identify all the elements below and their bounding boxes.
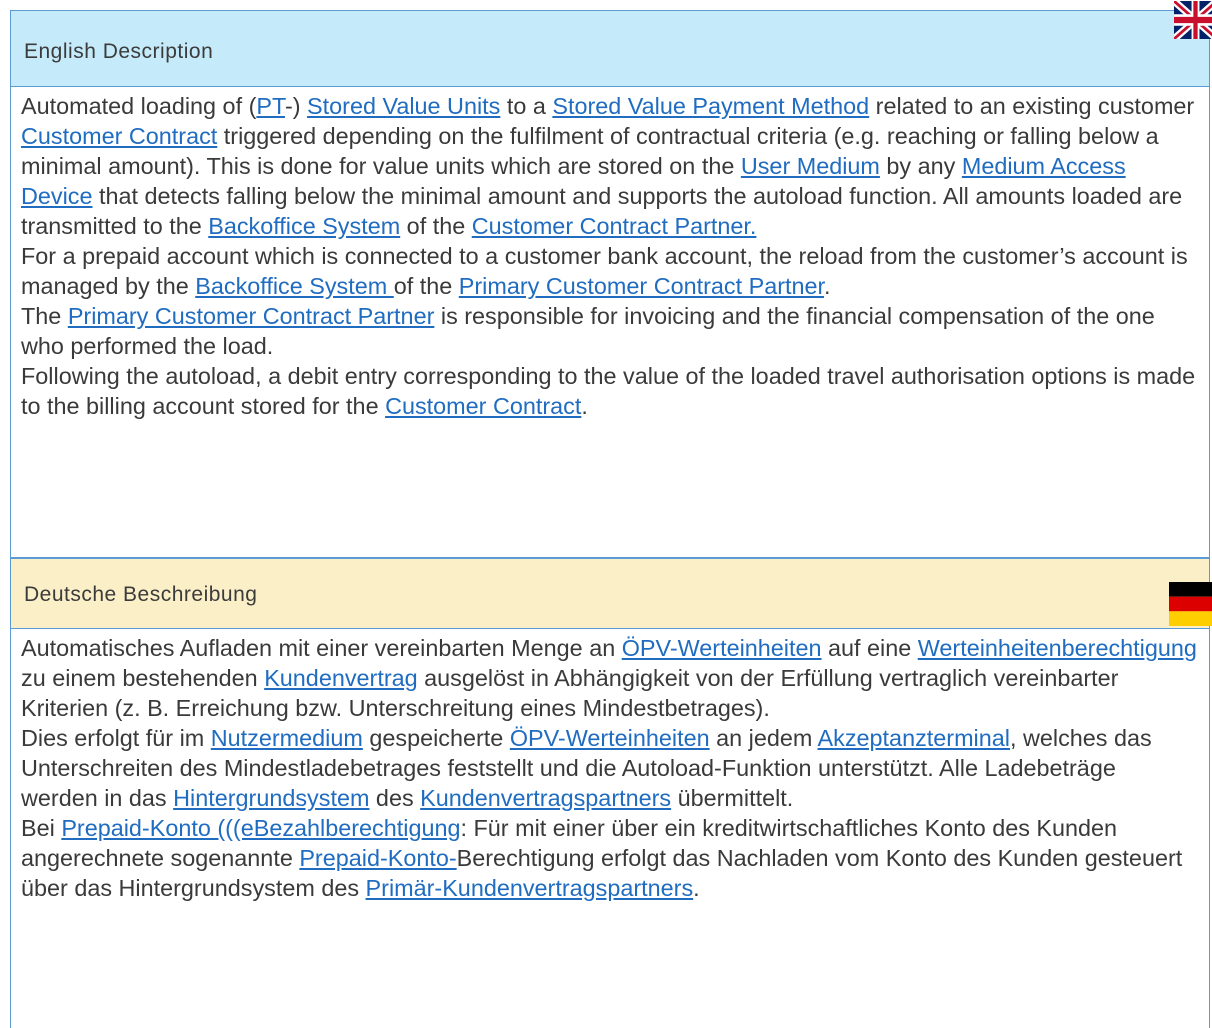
glossary-link[interactable]: Werteinheitenberechtigung xyxy=(918,635,1197,661)
glossary-link[interactable]: Stored Value Units xyxy=(307,93,500,119)
paragraph-text: Automated loading of ( xyxy=(21,93,257,119)
glossary-link[interactable]: Akzeptanzterminal xyxy=(818,725,1010,751)
english-paragraph: Following the autoload, a debit entry co… xyxy=(21,361,1199,421)
paragraph-text: . xyxy=(581,393,588,419)
description-page: English Description Automated loading of… xyxy=(10,1,1212,1028)
glossary-link[interactable]: Hintergrundsystem xyxy=(173,785,369,811)
glossary-link[interactable]: Kundenvertragspartners xyxy=(420,785,671,811)
paragraph-text: Automatisches Aufladen mit einer vereinb… xyxy=(21,635,622,661)
glossary-link[interactable]: Backoffice System xyxy=(208,213,400,239)
glossary-link[interactable]: Kundenvertrag xyxy=(264,665,417,691)
paragraph-text: of the xyxy=(400,213,472,239)
paragraph-text: zu einem bestehenden xyxy=(21,665,265,691)
glossary-link[interactable]: Nutzermedium xyxy=(211,725,363,751)
paragraph-text: by any xyxy=(879,153,962,179)
paragraph-text: des xyxy=(369,785,421,811)
uk-flag-icon xyxy=(1174,1,1212,39)
english-paragraph: For a prepaid account which is connected… xyxy=(21,241,1199,301)
paragraph-text: -) xyxy=(284,93,308,119)
german-paragraph: Dies erfolgt für im Nutzermedium gespeic… xyxy=(21,723,1199,813)
english-description-header: English Description xyxy=(10,1,1212,86)
paragraph-text: . xyxy=(693,875,700,901)
english-paragraph: The Primary Customer Contract Partner is… xyxy=(21,301,1199,361)
paragraph-text: gespeicherte xyxy=(362,725,510,751)
glossary-link[interactable]: Primary Customer Contract Partner xyxy=(459,273,824,299)
english-description-body: Automated loading of (PT-) Stored Value … xyxy=(10,86,1210,558)
paragraph-text: an jedem xyxy=(709,725,818,751)
paragraph-text: The xyxy=(21,303,68,329)
paragraph-text: Dies erfolgt für im xyxy=(21,725,211,751)
paragraph-text: related to an existing customer xyxy=(869,93,1195,119)
english-paragraphs: Automated loading of (PT-) Stored Value … xyxy=(21,91,1199,421)
german-description-body: Automatisches Aufladen mit einer vereinb… xyxy=(10,628,1210,1028)
german-description-title: Deutsche Beschreibung xyxy=(24,583,258,606)
german-paragraph: Automatisches Aufladen mit einer vereinb… xyxy=(21,633,1199,723)
english-paragraph: Automated loading of (PT-) Stored Value … xyxy=(21,91,1199,241)
german-paragraph: Bei Prepaid-Konto (((eBezahlberechtigung… xyxy=(21,813,1199,903)
glossary-link[interactable]: Customer Contract xyxy=(385,393,581,419)
paragraph-text: auf eine xyxy=(821,635,918,661)
paragraph-text: . xyxy=(824,273,831,299)
paragraph-text: übermittelt. xyxy=(671,785,794,811)
paragraph-text: Following the autoload, a debit entry co… xyxy=(21,363,1196,419)
glossary-link[interactable]: PT xyxy=(256,93,285,119)
glossary-link[interactable]: User Medium xyxy=(741,153,880,179)
glossary-link[interactable]: ÖPV-Werteinheiten xyxy=(510,725,710,751)
paragraph-text: of the xyxy=(393,273,459,299)
english-description-title: English Description xyxy=(24,40,214,63)
glossary-link[interactable]: Backoffice System xyxy=(195,273,393,299)
german-description-header: Deutsche Beschreibung xyxy=(10,558,1212,628)
glossary-link[interactable]: Primär-Kundenvertragspartners xyxy=(366,875,694,901)
glossary-link[interactable]: Customer Contract Partner. xyxy=(472,213,757,239)
glossary-link[interactable]: Stored Value Payment Method xyxy=(552,93,869,119)
glossary-link[interactable]: ÖPV-Werteinheiten xyxy=(622,635,822,661)
glossary-link[interactable]: Primary Customer Contract Partner xyxy=(68,303,435,329)
german-paragraphs: Automatisches Aufladen mit einer vereinb… xyxy=(21,633,1199,903)
german-flag-icon xyxy=(1169,582,1212,626)
glossary-link[interactable]: Customer Contract xyxy=(21,123,217,149)
glossary-link[interactable]: Prepaid-Konto- xyxy=(299,845,456,871)
glossary-link[interactable]: Prepaid-Konto (((eBezahlberechtigung xyxy=(61,815,460,841)
paragraph-text: Bei xyxy=(21,815,62,841)
paragraph-text: to a xyxy=(500,93,553,119)
